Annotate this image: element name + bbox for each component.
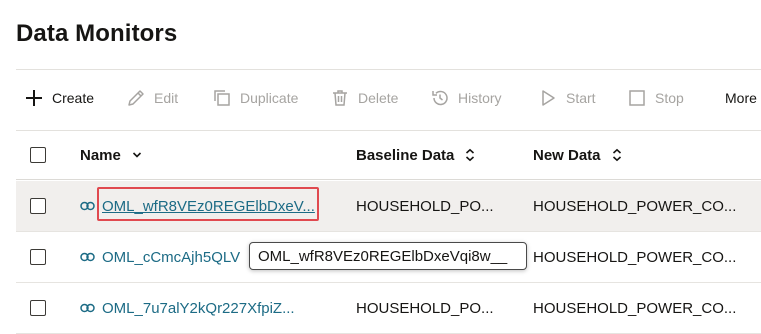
plus-icon xyxy=(26,90,42,106)
create-label: Create xyxy=(52,90,95,106)
duplicate-button[interactable]: Duplicate xyxy=(212,80,298,116)
edit-button[interactable]: Edit xyxy=(126,80,178,116)
history-button[interactable]: History xyxy=(430,80,502,116)
table-header: Name Baseline Data New Data xyxy=(16,131,761,180)
baseline-data-value: HOUSEHOLD_PO... xyxy=(356,197,494,215)
link-icon xyxy=(80,201,95,211)
new-data-value: HOUSEHOLD_POWER_CO... xyxy=(533,197,737,215)
history-icon xyxy=(432,90,448,106)
column-baseline-label: Baseline Data xyxy=(356,146,455,164)
name-cell[interactable]: OML_wfR8VEz0REGElbDxeV... xyxy=(80,181,330,231)
tooltip-text: OML_wfR8VEz0REGElbDxeVqi8w__ xyxy=(258,247,508,265)
column-header-new-data[interactable]: New Data xyxy=(533,131,623,179)
toolbar: Create Edit Duplicate Delete History Sta… xyxy=(16,80,761,116)
table-row[interactable]: OML_7u7alY2kQr227XfpiZ... HOUSEHOLD_PO..… xyxy=(16,283,761,334)
baseline-data-cell: HOUSEHOLD_PO... xyxy=(356,181,521,231)
row-checkbox[interactable] xyxy=(30,198,46,214)
link-icon xyxy=(80,303,95,313)
baseline-data-cell: HOUSEHOLD_PO... xyxy=(356,283,521,333)
stop-button[interactable]: Stop xyxy=(627,80,684,116)
link-icon xyxy=(80,252,95,262)
new-data-cell: HOUSEHOLD_POWER_CO... xyxy=(533,181,761,231)
name-cell[interactable]: OML_7u7alY2kQr227XfpiZ... xyxy=(80,283,330,333)
start-label: Start xyxy=(566,90,596,106)
baseline-data-value: HOUSEHOLD_PO... xyxy=(356,299,494,317)
start-button[interactable]: Start xyxy=(538,80,596,116)
page-title: Data Monitors xyxy=(16,20,178,47)
more-label: More xyxy=(725,90,757,106)
new-data-cell: HOUSEHOLD_POWER_CO... xyxy=(533,283,761,333)
column-name-label: Name xyxy=(80,146,121,164)
row-select-cell xyxy=(30,181,46,231)
name-tooltip: OML_wfR8VEz0REGElbDxeVqi8w__ xyxy=(249,242,527,270)
column-header-name[interactable]: Name xyxy=(80,131,143,179)
stop-label: Stop xyxy=(655,90,684,106)
new-data-cell: HOUSEHOLD_POWER_CO... xyxy=(533,232,761,282)
row-checkbox[interactable] xyxy=(30,300,46,316)
more-button[interactable]: More xyxy=(725,80,757,116)
row-select-cell xyxy=(30,232,46,282)
select-all-checkbox[interactable] xyxy=(30,147,46,163)
chevron-down-icon xyxy=(132,152,141,158)
duplicate-icon xyxy=(214,90,230,106)
edit-label: Edit xyxy=(154,90,179,106)
history-label: History xyxy=(458,90,502,106)
column-new-data-label: New Data xyxy=(533,146,601,164)
delete-label: Delete xyxy=(358,90,399,106)
trash-icon xyxy=(333,90,347,106)
stop-icon xyxy=(629,90,645,106)
pencil-icon xyxy=(128,90,144,106)
monitor-name-link[interactable]: OML_wfR8VEz0REGElbDxeV... xyxy=(102,198,315,215)
duplicate-label: Duplicate xyxy=(240,90,299,106)
row-select-cell xyxy=(30,283,46,333)
new-data-value: HOUSEHOLD_POWER_CO... xyxy=(533,299,737,317)
monitor-name-link[interactable]: OML_cCmcAjh5QLV xyxy=(102,249,240,266)
table-row[interactable]: OML_wfR8VEz0REGElbDxeV... HOUSEHOLD_PO..… xyxy=(16,181,761,232)
play-icon xyxy=(542,90,555,106)
select-all-cell xyxy=(30,131,46,179)
delete-button[interactable]: Delete xyxy=(330,80,398,116)
row-checkbox[interactable] xyxy=(30,249,46,265)
new-data-value: HOUSEHOLD_POWER_CO... xyxy=(533,248,737,266)
divider xyxy=(16,69,761,70)
create-button[interactable]: Create xyxy=(24,80,94,116)
sort-icon xyxy=(612,148,621,162)
column-header-baseline[interactable]: Baseline Data xyxy=(356,131,476,179)
monitor-name-link[interactable]: OML_7u7alY2kQr227XfpiZ... xyxy=(102,300,295,317)
sort-icon xyxy=(466,148,475,162)
